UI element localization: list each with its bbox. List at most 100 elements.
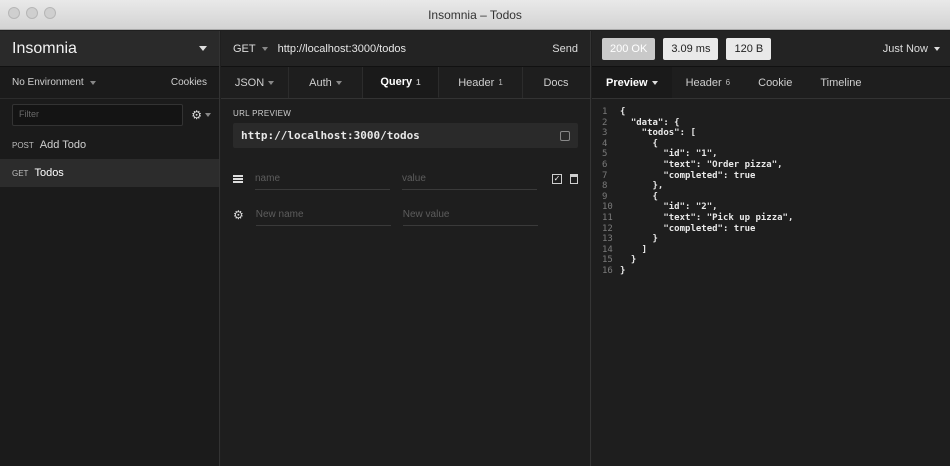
tab-body[interactable]: JSON bbox=[221, 67, 289, 98]
request-tabs: JSON Auth Query 1 Header 1 Docs bbox=[221, 67, 590, 99]
url-input[interactable]: http://localhost:3000/todos bbox=[278, 43, 553, 55]
tab-cookie[interactable]: Cookie bbox=[744, 67, 806, 98]
code-text: "completed": true bbox=[620, 170, 756, 181]
chevron-down-icon bbox=[89, 80, 96, 85]
chevron-down-icon bbox=[268, 80, 275, 85]
line-number: 12 bbox=[602, 223, 613, 234]
code-text: } bbox=[620, 234, 658, 245]
history-dropdown[interactable]: Just Now bbox=[883, 43, 940, 55]
tab-header[interactable]: Header 1 bbox=[439, 67, 523, 98]
app-name: Insomnia bbox=[12, 39, 77, 57]
request-name: Todos bbox=[34, 167, 64, 179]
workspace-menu[interactable]: Insomnia bbox=[0, 31, 219, 67]
request-method: POST bbox=[12, 140, 34, 150]
response-status-bar: 200 OK 3.09 ms 120 B Just Now bbox=[592, 31, 950, 67]
chevron-down-icon bbox=[199, 46, 207, 51]
code-line: 10 "id": "2", bbox=[602, 202, 940, 213]
url-bar: GET http://localhost:3000/todos Send bbox=[221, 31, 590, 67]
request-pane: GET http://localhost:3000/todos Send JSO… bbox=[221, 31, 591, 466]
new-param-value-input[interactable]: New value bbox=[402, 204, 538, 226]
code-text: { bbox=[620, 107, 626, 117]
environment-dropdown[interactable]: No Environment bbox=[12, 77, 96, 88]
new-param-row: ⚙ New name New value bbox=[221, 200, 590, 230]
code-line: 16} bbox=[602, 266, 940, 277]
chevron-down-icon bbox=[651, 80, 658, 85]
code-line: 12 "completed": true bbox=[602, 224, 940, 235]
method-dropdown[interactable]: GET bbox=[233, 43, 268, 55]
line-number: 6 bbox=[602, 159, 608, 170]
code-text: "text": "Order pizza", bbox=[620, 159, 783, 170]
request-method: GET bbox=[12, 168, 29, 178]
drag-handle-icon[interactable] bbox=[233, 175, 243, 183]
code-line: 15 } bbox=[602, 255, 940, 266]
url-preview-text: http://localhost:3000/todos bbox=[241, 129, 420, 142]
code-text: "id": "2", bbox=[620, 202, 718, 213]
tab-preview[interactable]: Preview bbox=[592, 67, 672, 98]
code-line: 8 }, bbox=[602, 181, 940, 192]
response-body[interactable]: 1{2 "data": {3 "todos": [4 {5 "id": "1",… bbox=[592, 99, 950, 285]
code-text: "completed": true bbox=[620, 223, 756, 234]
checkbox-icon[interactable]: ✓ bbox=[552, 174, 562, 184]
line-number: 2 bbox=[602, 117, 608, 128]
sidebar-options-button[interactable]: ⚙ bbox=[191, 108, 211, 122]
line-number: 15 bbox=[602, 255, 613, 266]
param-value-input[interactable]: value bbox=[402, 168, 537, 190]
history-label: Just Now bbox=[882, 42, 928, 55]
gear-icon: ⚙ bbox=[191, 108, 202, 122]
filter-input[interactable]: Filter bbox=[12, 104, 184, 126]
chevron-down-icon bbox=[205, 113, 211, 117]
code-line: 5 "id": "1", bbox=[602, 149, 940, 160]
code-text: ] bbox=[620, 244, 648, 255]
environment-label: No Environment bbox=[12, 77, 84, 88]
sidebar-item-add-todo[interactable]: POST Add Todo bbox=[0, 131, 219, 159]
line-number: 5 bbox=[602, 149, 608, 160]
request-name: Add Todo bbox=[39, 139, 87, 151]
tab-query[interactable]: Query 1 bbox=[363, 67, 439, 98]
tab-label: Docs bbox=[543, 76, 569, 89]
size-badge: 120 B bbox=[726, 37, 772, 60]
header-count-badge: 1 bbox=[498, 78, 503, 87]
cookies-button[interactable]: Cookies bbox=[171, 77, 207, 88]
tab-label: Header bbox=[685, 76, 722, 89]
code-line: 13 } bbox=[602, 234, 940, 245]
chevron-down-icon bbox=[934, 46, 940, 51]
filter-row: Filter ⚙ bbox=[0, 99, 219, 131]
tab-timeline[interactable]: Timeline bbox=[806, 67, 875, 98]
code-text: "text": "Pick up pizza", bbox=[620, 212, 794, 223]
time-badge: 3.09 ms bbox=[663, 37, 719, 60]
method-label: GET bbox=[233, 42, 256, 55]
tab-label: JSON bbox=[234, 76, 265, 89]
tab-label: Header bbox=[458, 76, 495, 89]
gear-icon[interactable]: ⚙ bbox=[233, 208, 244, 222]
code-line: 2 "data": { bbox=[602, 118, 940, 129]
line-number: 4 bbox=[602, 138, 608, 149]
code-line: 4 { bbox=[602, 139, 940, 150]
param-name-input[interactable]: name bbox=[255, 168, 390, 190]
tab-label: Preview bbox=[606, 76, 648, 89]
code-line: 9 { bbox=[602, 192, 940, 203]
tab-response-header[interactable]: Header 6 bbox=[672, 67, 745, 98]
tab-label: Auth bbox=[309, 76, 332, 89]
code-text: { bbox=[620, 138, 658, 149]
new-param-name-input[interactable]: New name bbox=[255, 204, 391, 226]
tab-docs[interactable]: Docs bbox=[523, 67, 589, 98]
response-tabs: Preview Header 6 Cookie Timeline bbox=[592, 67, 950, 99]
header-count-badge: 6 bbox=[725, 78, 731, 87]
line-number: 13 bbox=[602, 234, 613, 245]
tab-auth[interactable]: Auth bbox=[289, 67, 363, 98]
send-button[interactable]: Send bbox=[552, 43, 578, 55]
copy-icon[interactable] bbox=[560, 130, 570, 141]
param-actions: ✓ bbox=[552, 174, 578, 184]
trash-icon[interactable] bbox=[570, 174, 578, 184]
code-line: 3 "todos": [ bbox=[602, 128, 940, 139]
sidebar-item-todos[interactable]: GET Todos bbox=[0, 159, 219, 187]
code-line: 11 "text": "Pick up pizza", bbox=[602, 213, 940, 224]
line-number: 16 bbox=[602, 265, 613, 276]
chevron-down-icon bbox=[335, 80, 342, 85]
url-preview-label: URL PREVIEW bbox=[233, 109, 292, 118]
code-text: }, bbox=[620, 181, 664, 192]
url-preview-box: http://localhost:3000/todos bbox=[233, 123, 578, 148]
code-text: "data": { bbox=[620, 117, 680, 128]
line-number: 10 bbox=[602, 202, 613, 213]
code-text: } bbox=[620, 265, 626, 276]
